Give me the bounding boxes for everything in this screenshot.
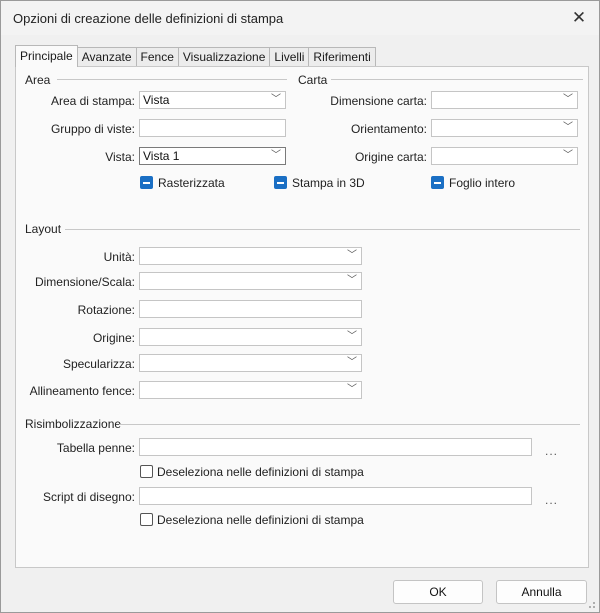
tab-fence[interactable]: Fence bbox=[135, 47, 179, 67]
area-di-stampa-value: Vista bbox=[143, 93, 170, 107]
specularizza-select[interactable]: ﹀ bbox=[139, 354, 362, 372]
label-orientamento: Orientamento: bbox=[350, 122, 427, 136]
foglio-intero-label: Foglio intero bbox=[449, 176, 516, 190]
dimensione-scala-select[interactable]: ﹀ bbox=[139, 272, 362, 290]
chevron-down-icon: ﹀ bbox=[347, 331, 357, 342]
rotazione-input[interactable] bbox=[139, 300, 362, 318]
chevron-down-icon: ﹀ bbox=[563, 150, 573, 161]
chevron-down-icon: ﹀ bbox=[271, 150, 281, 161]
window-title: Opzioni di creazione delle definizioni d… bbox=[13, 11, 284, 26]
close-icon: ✕ bbox=[571, 8, 587, 27]
label-rotazione: Rotazione: bbox=[77, 303, 135, 317]
close-button[interactable]: ✕ bbox=[565, 5, 593, 31]
section-title-layout: Layout bbox=[25, 222, 62, 236]
label-origine: Origine: bbox=[92, 331, 135, 345]
cancel-button[interactable]: Annulla bbox=[496, 580, 587, 604]
tab-livelli[interactable]: Livelli bbox=[269, 47, 310, 67]
tab-visualizzazione[interactable]: Visualizzazione bbox=[177, 47, 271, 67]
chevron-down-icon: ﹀ bbox=[563, 122, 573, 133]
tab-avanzate[interactable]: Avanzate bbox=[76, 47, 137, 67]
divider-layout bbox=[65, 229, 580, 230]
indeterminate-icon bbox=[143, 181, 150, 184]
stampa-3d-label: Stampa in 3D bbox=[292, 176, 365, 190]
vista-value: Vista 1 bbox=[143, 149, 180, 163]
chevron-down-icon: ﹀ bbox=[347, 250, 357, 261]
label-gruppo-di-viste: Gruppo di viste: bbox=[50, 122, 135, 136]
chevron-down-icon: ﹀ bbox=[347, 384, 357, 395]
foglio-intero-checkbox[interactable] bbox=[431, 176, 444, 189]
deseleziona-2-checkbox[interactable] bbox=[140, 513, 153, 526]
label-allineamento-fence: Allineamento fence: bbox=[29, 384, 135, 398]
rasterizzata-checkbox[interactable] bbox=[140, 176, 153, 189]
vista-select[interactable]: Vista 1 ﹀ bbox=[139, 147, 286, 165]
script-di-disegno-input[interactable] bbox=[139, 487, 532, 505]
label-unita: Unità: bbox=[103, 250, 135, 264]
tab-panel-principale: Area Area di stampa: Vista ﹀ Gruppo di v… bbox=[15, 66, 589, 568]
dimensione-carta-select[interactable]: ﹀ bbox=[431, 91, 578, 109]
tab-principale[interactable]: Principale bbox=[15, 45, 78, 67]
divider-risimbolizzazione bbox=[119, 424, 580, 425]
chevron-down-icon: ﹀ bbox=[347, 275, 357, 286]
divider-area bbox=[57, 79, 287, 80]
indeterminate-icon bbox=[277, 181, 284, 184]
section-title-carta: Carta bbox=[298, 73, 328, 87]
label-dimensione-scala: Dimensione/Scala: bbox=[34, 275, 135, 289]
label-dimensione-carta: Dimensione carta: bbox=[330, 94, 427, 108]
label-area-di-stampa: Area di stampa: bbox=[50, 94, 135, 108]
deseleziona-2-label: Deseleziona nelle definizioni di stampa bbox=[157, 513, 364, 527]
title-bar: Opzioni di creazione delle definizioni d… bbox=[1, 1, 599, 35]
chevron-down-icon: ﹀ bbox=[563, 94, 573, 105]
tabella-penne-input[interactable] bbox=[139, 438, 532, 456]
section-title-risimbolizzazione: Risimbolizzazione bbox=[25, 417, 122, 431]
deseleziona-1-label: Deseleziona nelle definizioni di stampa bbox=[157, 465, 364, 479]
allineamento-fence-select[interactable]: ﹀ bbox=[139, 381, 362, 399]
ok-button[interactable]: OK bbox=[393, 580, 483, 604]
origine-carta-select[interactable]: ﹀ bbox=[431, 147, 578, 165]
rasterizzata-label: Rasterizzata bbox=[158, 176, 225, 190]
tabella-penne-browse-button[interactable]: ... bbox=[545, 444, 558, 458]
dialog-window: Opzioni di creazione delle definizioni d… bbox=[0, 0, 600, 613]
section-title-area: Area bbox=[25, 73, 51, 87]
deseleziona-1-checkbox[interactable] bbox=[140, 465, 153, 478]
indeterminate-icon bbox=[434, 181, 441, 184]
area-di-stampa-select[interactable]: Vista ﹀ bbox=[139, 91, 286, 109]
divider-carta bbox=[331, 79, 583, 80]
chevron-down-icon: ﹀ bbox=[271, 94, 281, 105]
origine-select[interactable]: ﹀ bbox=[139, 328, 362, 346]
orientamento-select[interactable]: ﹀ bbox=[431, 119, 578, 137]
stampa-3d-checkbox[interactable] bbox=[274, 176, 287, 189]
label-specularizza: Specularizza: bbox=[62, 357, 135, 371]
label-vista: Vista: bbox=[105, 150, 135, 164]
gruppo-di-viste-input[interactable] bbox=[139, 119, 286, 137]
label-tabella-penne: Tabella penne: bbox=[56, 441, 135, 455]
tab-riferimenti[interactable]: Riferimenti bbox=[308, 47, 376, 67]
chevron-down-icon: ﹀ bbox=[347, 357, 357, 368]
tab-bar: Principale Avanzate Fence Visualizzazion… bbox=[15, 45, 376, 67]
unita-select[interactable]: ﹀ bbox=[139, 247, 362, 265]
label-script-di-disegno: Script di disegno: bbox=[42, 490, 135, 504]
resize-grip-icon[interactable] bbox=[586, 599, 596, 609]
script-di-disegno-browse-button[interactable]: ... bbox=[545, 493, 558, 507]
label-origine-carta: Origine carta: bbox=[354, 150, 427, 164]
